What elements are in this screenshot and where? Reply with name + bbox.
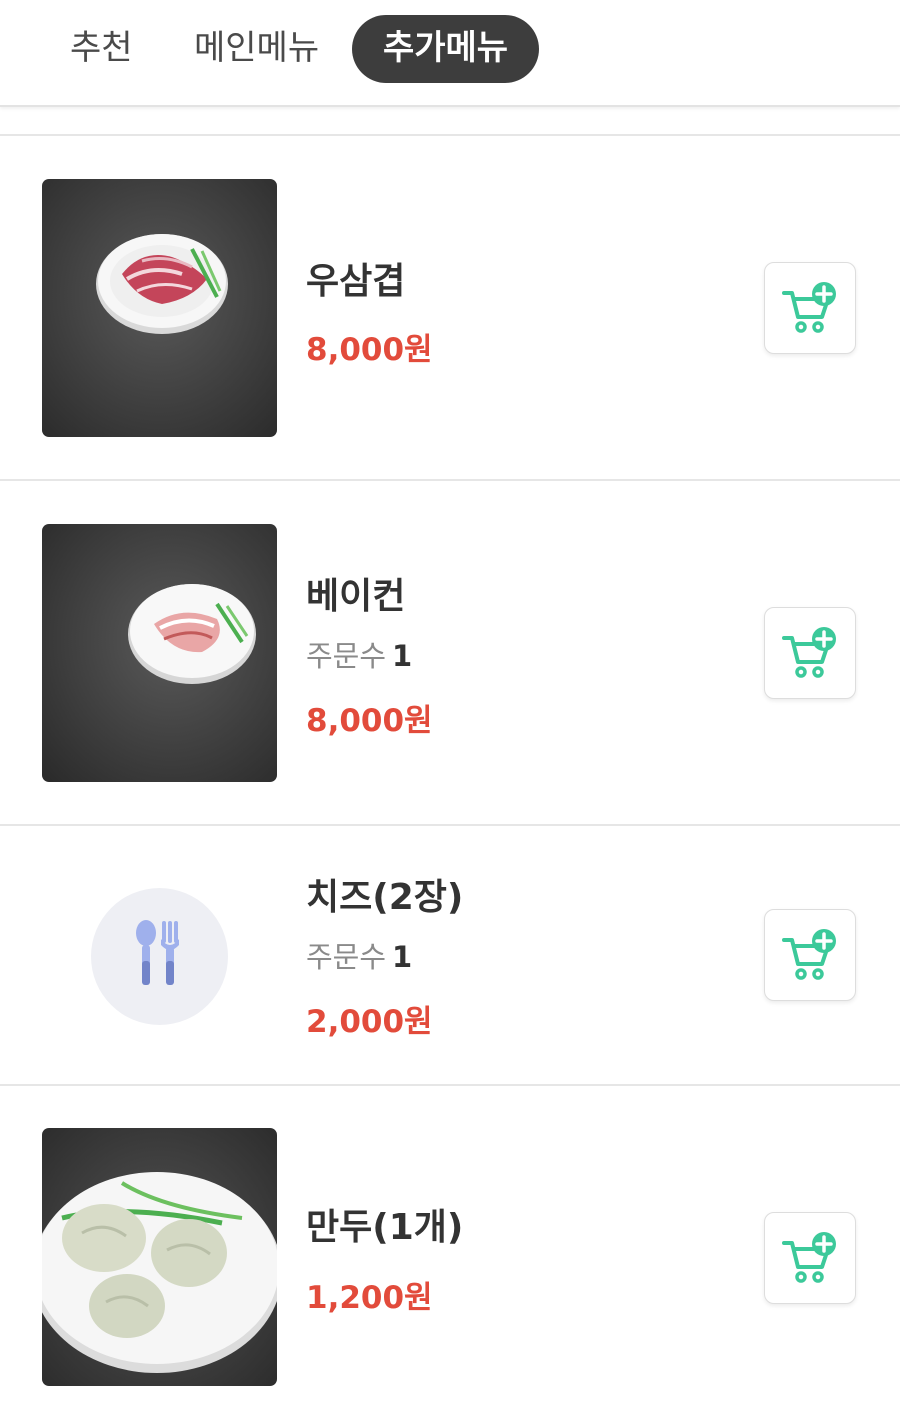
menu-item[interactable]: 만두(1개) 1,200원 <box>0 1086 900 1425</box>
cart-add-icon <box>782 1232 836 1283</box>
add-to-cart-button[interactable] <box>764 607 856 699</box>
beef-brisket-photo[interactable] <box>42 179 277 437</box>
add-to-cart-button[interactable] <box>764 909 856 1001</box>
order-count-value: 1 <box>392 639 413 673</box>
menu-item[interactable]: 우삼겹 8,000원 <box>0 136 900 481</box>
order-count: 주문수 1 <box>306 633 412 675</box>
tab-additional-menu[interactable]: 추가메뉴 <box>352 15 539 83</box>
category-tab-bar: 추천 메인메뉴 추가메뉴 <box>0 0 900 107</box>
menu-item[interactable]: 베이컨 주문수 1 8,000원 <box>0 481 900 826</box>
item-price: 8,000원 <box>306 332 433 368</box>
order-count: 주문수 1 <box>306 934 412 976</box>
item-price: 1,200원 <box>306 1280 433 1316</box>
item-price: 2,000원 <box>306 1004 433 1040</box>
dumpling-photo[interactable] <box>42 1128 277 1386</box>
utensils-placeholder-icon <box>136 920 179 985</box>
add-to-cart-button[interactable] <box>764 262 856 354</box>
item-price: 8,000원 <box>306 703 433 739</box>
menu-item[interactable]: 치즈(2장) 주문수 1 2,000원 <box>0 826 900 1086</box>
order-count-value: 1 <box>392 940 413 974</box>
order-count-label: 주문수 <box>306 639 387 673</box>
image-placeholder <box>91 888 228 1025</box>
cart-add-icon <box>782 282 836 333</box>
item-name: 베이컨 <box>306 576 406 617</box>
item-name: 우삼겹 <box>306 261 406 302</box>
cart-add-icon <box>782 627 836 678</box>
item-name: 만두(1개) <box>306 1207 464 1248</box>
order-count-label: 주문수 <box>306 940 387 974</box>
add-to-cart-button[interactable] <box>764 1212 856 1304</box>
tab-main-menu[interactable]: 메인메뉴 <box>194 15 319 83</box>
tab-recommended[interactable]: 추천 <box>70 15 133 83</box>
item-name: 치즈(2장) <box>306 877 464 918</box>
cart-add-icon <box>782 929 836 980</box>
bacon-photo[interactable] <box>42 524 277 782</box>
